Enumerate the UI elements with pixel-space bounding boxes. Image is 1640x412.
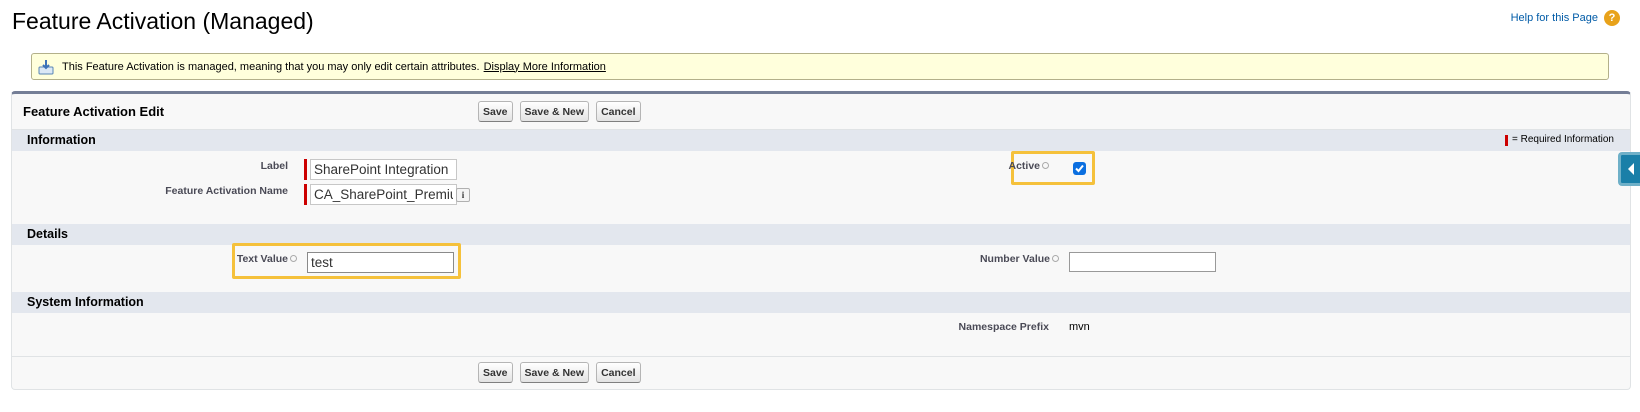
- bottom-button-group: Save Save & New Cancel: [478, 362, 641, 383]
- name-input[interactable]: [310, 184, 457, 205]
- section-system-information: System Information: [12, 292, 1630, 313]
- help-link-container[interactable]: Help for this Page ?: [1511, 10, 1620, 26]
- panel-header: Feature Activation Edit Save Save & New …: [12, 94, 1630, 130]
- help-icon: [290, 254, 297, 262]
- managed-package-icon: [38, 59, 54, 75]
- section-title: System Information: [27, 295, 144, 309]
- display-more-info-link[interactable]: Display More Information: [484, 61, 606, 73]
- edit-panel: Feature Activation Edit Save Save & New …: [11, 91, 1631, 390]
- text-value-label: Text Value: [212, 253, 297, 265]
- save-button[interactable]: Save: [478, 362, 513, 383]
- active-checkbox[interactable]: [1073, 162, 1086, 175]
- required-legend-text: = Required Information: [1511, 134, 1614, 145]
- sidebar-toggle-tab[interactable]: [1618, 152, 1640, 186]
- namespace-prefix-label: Namespace Prefix: [958, 321, 1049, 333]
- help-link[interactable]: Help for this Page: [1511, 12, 1598, 24]
- panel-footer-divider: [12, 356, 1630, 357]
- help-icon[interactable]: ?: [1604, 10, 1620, 26]
- active-field-label: Active: [1002, 160, 1049, 172]
- section-details: Details: [12, 224, 1630, 245]
- required-marker: [304, 184, 307, 205]
- managed-info-banner: This Feature Activation is managed, mean…: [31, 53, 1609, 80]
- top-button-group: Save Save & New Cancel: [478, 101, 641, 122]
- save-new-button[interactable]: Save & New: [519, 101, 590, 122]
- label-field-label: Label: [260, 160, 288, 172]
- section-title: Information: [27, 133, 96, 147]
- name-field: [304, 184, 457, 205]
- required-marker: [1504, 134, 1508, 146]
- cancel-button[interactable]: Cancel: [596, 362, 641, 383]
- number-value-label: Number Value: [952, 253, 1059, 265]
- cancel-button[interactable]: Cancel: [596, 101, 641, 122]
- required-marker: [304, 159, 307, 180]
- namespace-prefix-value: mvn: [1069, 321, 1090, 333]
- help-icon: [1042, 161, 1049, 169]
- banner-text: This Feature Activation is managed, mean…: [62, 60, 480, 73]
- help-icon: [1052, 254, 1059, 262]
- panel-title: Feature Activation Edit: [23, 104, 165, 119]
- save-new-button[interactable]: Save & New: [519, 362, 590, 383]
- save-button[interactable]: Save: [478, 101, 513, 122]
- number-value-input[interactable]: [1069, 252, 1216, 272]
- label-field: [304, 159, 457, 180]
- page-title: Feature Activation (Managed): [12, 8, 314, 34]
- chevron-left-icon: [1627, 163, 1634, 175]
- required-legend: = Required Information: [1504, 133, 1614, 147]
- section-title: Details: [27, 227, 68, 241]
- section-information: Information = Required Information: [12, 130, 1630, 151]
- label-input[interactable]: [310, 159, 457, 180]
- text-value-input[interactable]: [307, 252, 454, 273]
- info-icon[interactable]: i: [456, 188, 470, 202]
- name-field-label: Feature Activation Name: [165, 185, 288, 197]
- check-icon: [1075, 164, 1084, 173]
